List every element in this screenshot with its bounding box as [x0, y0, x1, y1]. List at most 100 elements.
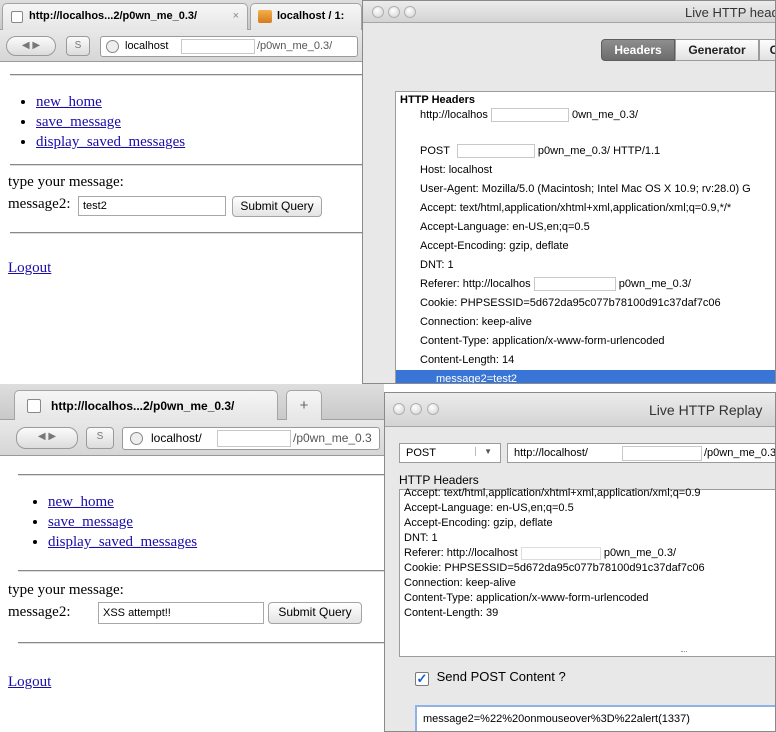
- new-home-link[interactable]: new_home: [36, 94, 102, 110]
- url-bar[interactable]: localhost/ /p0wn_me_0.3: [122, 427, 380, 450]
- redacted-region: [490, 108, 569, 123]
- post-content-textarea[interactable]: message2=%22%20onmouseover%3D%22alert(13…: [415, 705, 775, 731]
- close-tab-icon[interactable]: ×: [233, 10, 239, 22]
- minimize-window-icon[interactable]: [388, 6, 400, 18]
- new-tab-button[interactable]: +: [286, 390, 322, 420]
- window-title: Live HTTP Replay: [649, 402, 763, 418]
- message-input[interactable]: [78, 196, 226, 216]
- tab-bar: http://localhos...2/p0wn_me_0.3/ +: [0, 384, 384, 420]
- header-line: Cookie: PHPSESSID=5d672da95c077b78100d91…: [420, 297, 721, 309]
- display-saved-messages-link[interactable]: display_saved_messages: [48, 534, 197, 550]
- divider: [18, 474, 384, 476]
- chevron-down-icon: ▼: [475, 447, 492, 456]
- sync-button[interactable]: S: [86, 427, 114, 449]
- header-line: Accept-Language: en-US,en;q=0.5: [404, 502, 574, 514]
- send-post-content-checkbox[interactable]: ✓ Send POST Content ?: [415, 669, 566, 686]
- header-line: DNT: 1: [404, 532, 438, 544]
- post-body-text: message2=test2: [436, 373, 518, 384]
- tab-generator[interactable]: Generator: [675, 39, 759, 61]
- title-bar: Live HTTP Replay: [385, 393, 775, 427]
- submit-query-button[interactable]: Submit Query: [232, 196, 322, 217]
- logout-link[interactable]: Logout: [8, 260, 51, 277]
- referer-line: Referer: http://localhos p0wn_me_0.3/: [420, 275, 691, 294]
- checkbox-label: Send POST Content ?: [436, 669, 566, 684]
- header-line: Accept: text/html,application/xhtml+xml,…: [420, 202, 732, 214]
- plus-icon: +: [299, 397, 309, 414]
- url-bar[interactable]: localhost /p0wn_me_0.3/: [100, 36, 358, 57]
- url-line-host: http://localhos: [420, 109, 488, 121]
- tab-config[interactable]: C: [759, 39, 775, 61]
- title-bar: Live HTTP heade: [363, 1, 775, 23]
- close-window-icon[interactable]: [372, 6, 384, 18]
- zoom-window-icon[interactable]: [427, 403, 439, 415]
- tab-label: http://localhos...2/p0wn_me_0.3/: [51, 399, 235, 413]
- list-item: save_message: [36, 112, 185, 132]
- redacted-region: [622, 446, 702, 461]
- url-text: localhost: [125, 40, 169, 52]
- url-path: /p0wn_me_0.3/: [704, 447, 776, 459]
- redacted-region: [533, 277, 616, 292]
- list-item: display_saved_messages: [48, 532, 197, 552]
- header-line: Content-Type: application/x-www-form-url…: [420, 335, 665, 347]
- selected-post-body[interactable]: message2=test2: [396, 370, 775, 384]
- referer-host: Referer: http://localhos: [420, 278, 531, 290]
- navigation-bar: ◀ ▶ S localhost /p0wn_me_0.3/: [0, 30, 362, 62]
- header-line: Host: localhost: [420, 164, 493, 176]
- save-message-link[interactable]: save_message: [36, 114, 121, 130]
- live-http-replay-window: Live HTTP Replay POST ▼ http://localhost…: [384, 392, 776, 732]
- back-forward-button[interactable]: ◀ ▶: [6, 36, 56, 56]
- post-content-value: message2=%22%20onmouseover%3D%22alert(13…: [423, 713, 690, 725]
- header-line: User-Agent: Mozilla/5.0 (Macintosh; Inte…: [420, 183, 751, 195]
- top-page-content: new_home save_message display_saved_mess…: [0, 62, 362, 384]
- tab-phpmyadmin[interactable]: localhost / 1:: [250, 3, 362, 30]
- tab-p0wn-me[interactable]: http://localhos...2/p0wn_me_0.3/ ×: [2, 3, 248, 30]
- phpmyadmin-icon: [258, 10, 272, 23]
- header-line: Cookie: PHPSESSID=5d672da95c077b78100d91…: [404, 562, 705, 574]
- header-line: Connection: keep-alive: [404, 577, 516, 589]
- request-path: p0wn_me_0.3/ HTTP/1.1: [537, 145, 661, 157]
- live-http-headers-window: Live HTTP heade Headers Generator C HTTP…: [362, 0, 776, 384]
- divider: [18, 570, 384, 572]
- new-home-link[interactable]: new_home: [48, 494, 114, 510]
- globe-icon: [130, 432, 143, 445]
- divider: [10, 232, 362, 234]
- section-title: HTTP Headers: [400, 94, 475, 106]
- tab-p0wn-me[interactable]: http://localhos...2/p0wn_me_0.3/: [14, 390, 278, 420]
- referer-host: Referer: http://localhost: [404, 547, 518, 559]
- submit-query-button[interactable]: Submit Query: [268, 602, 362, 624]
- message-label: message2:: [8, 604, 71, 620]
- url-line-path: 0wn_me_0.3/: [572, 109, 639, 121]
- close-window-icon[interactable]: [393, 403, 405, 415]
- tab-label: http://localhos...2/p0wn_me_0.3/: [29, 10, 198, 22]
- display-saved-messages-link[interactable]: display_saved_messages: [36, 134, 185, 150]
- message-input[interactable]: [98, 602, 264, 624]
- save-message-link[interactable]: save_message: [48, 514, 133, 530]
- resize-handle[interactable]: [681, 651, 687, 655]
- method-value: POST: [406, 447, 436, 459]
- list-item: display_saved_messages: [36, 132, 185, 152]
- header-line: Accept-Encoding: gzip, deflate: [404, 517, 553, 529]
- referer-line: Referer: http://localhost p0wn_me_0.3/: [404, 546, 676, 561]
- header-line: DNT: 1: [420, 259, 454, 271]
- tab-headers[interactable]: Headers: [601, 39, 675, 61]
- back-forward-button[interactable]: ◀ ▶: [16, 427, 78, 449]
- sync-button[interactable]: S: [66, 36, 90, 56]
- url-path: /p0wn_me_0.3/: [257, 40, 333, 52]
- message-prompt: type your message:: [8, 582, 124, 598]
- header-line: Content-Length: 14: [420, 354, 515, 366]
- method-select[interactable]: POST ▼: [399, 443, 501, 463]
- url-path: /p0wn_me_0.3: [293, 431, 372, 445]
- headers-panel: HTTP Headers http://localhos 0wn_me_0.3/…: [395, 91, 775, 384]
- header-line: Content-Length: 39: [404, 607, 499, 619]
- redacted-region: [456, 144, 535, 159]
- section-title: HTTP Headers: [399, 473, 479, 487]
- redacted-region: [217, 430, 291, 447]
- logout-link[interactable]: Logout: [8, 674, 51, 691]
- minimize-window-icon[interactable]: [410, 403, 422, 415]
- replay-url-input[interactable]: http://localhost/ /p0wn_me_0.3/: [507, 443, 776, 463]
- list-item: save_message: [48, 512, 197, 532]
- globe-icon: [106, 40, 119, 53]
- tab-bar: http://localhos...2/p0wn_me_0.3/ × local…: [0, 0, 362, 30]
- replay-headers-textarea[interactable]: Accept: text/html,application/xhtml+xml,…: [399, 487, 775, 657]
- zoom-window-icon[interactable]: [404, 6, 416, 18]
